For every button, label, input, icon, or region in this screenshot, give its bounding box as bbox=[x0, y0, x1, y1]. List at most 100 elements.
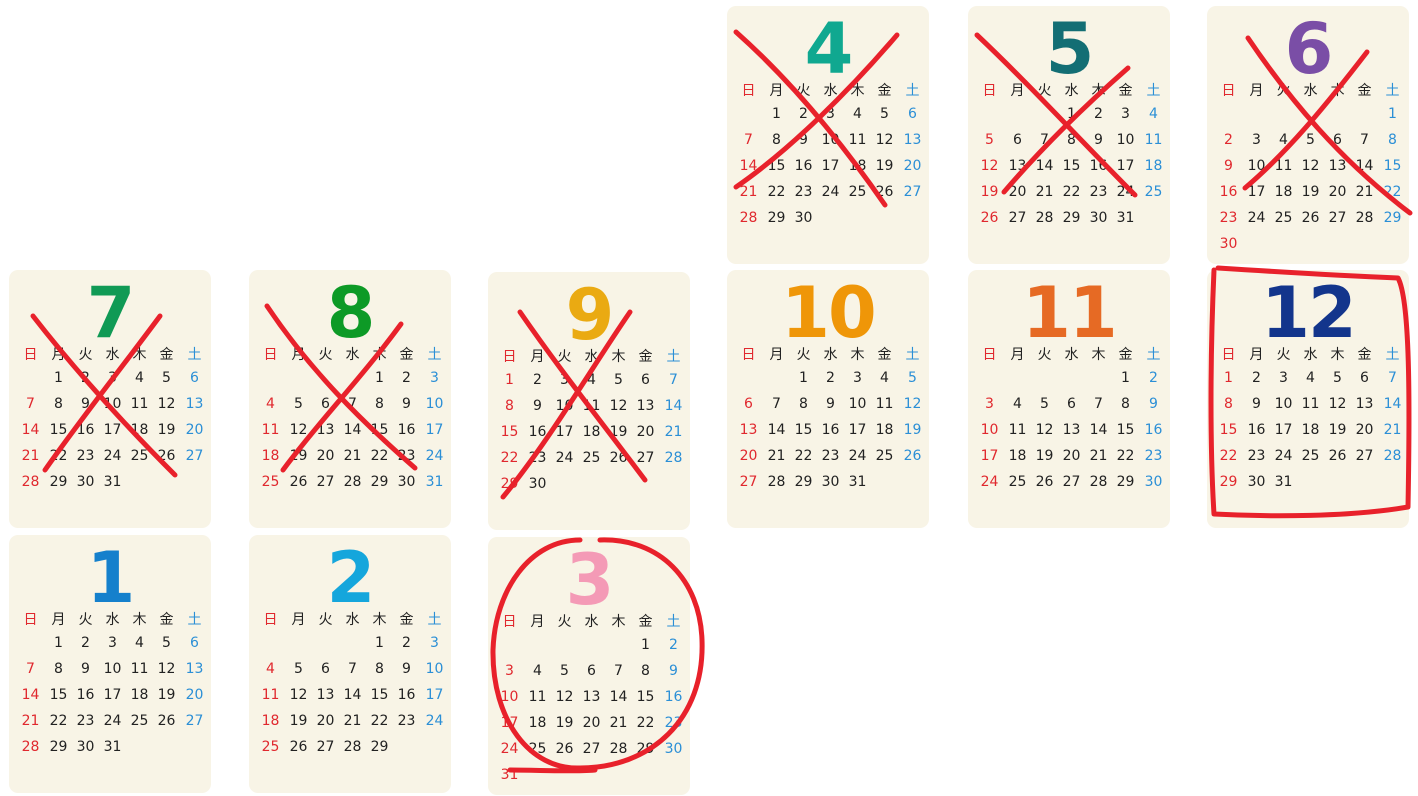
day-cell: 30 bbox=[1144, 474, 1163, 490]
day-cell: 28 bbox=[1355, 210, 1374, 226]
day-cell: 3 bbox=[108, 370, 117, 386]
day-cell: 2 bbox=[81, 370, 90, 386]
day-cell: 11 bbox=[1008, 422, 1027, 438]
weekday-header: 木 bbox=[1091, 347, 1106, 363]
weekday-header: 金 bbox=[159, 347, 174, 363]
day-cell: 1 bbox=[54, 370, 63, 386]
weekday-header: 火 bbox=[796, 83, 811, 99]
day-cell: 5 bbox=[1306, 132, 1315, 148]
weekday-header: 水 bbox=[1064, 83, 1079, 99]
day-cell: 11 bbox=[1301, 396, 1320, 412]
day-cell: 14 bbox=[21, 687, 40, 703]
day-cell: 2 bbox=[799, 106, 808, 122]
day-cell: 11 bbox=[582, 398, 601, 414]
weekday-header: 水 bbox=[823, 347, 838, 363]
weekday-header: 土 bbox=[666, 349, 681, 365]
weekday-header: 火 bbox=[1276, 347, 1291, 363]
day-cell: 29 bbox=[49, 474, 68, 490]
day-cell: 31 bbox=[848, 474, 867, 490]
day-cell: 5 bbox=[294, 661, 303, 677]
day-cell: 10 bbox=[103, 396, 122, 412]
day-cell: 3 bbox=[985, 396, 994, 412]
day-cell: 13 bbox=[1008, 158, 1027, 174]
day-cell: 20 bbox=[185, 422, 204, 438]
day-cell: 17 bbox=[103, 687, 122, 703]
day-cell: 21 bbox=[21, 448, 40, 464]
weekday-header: 水 bbox=[1064, 347, 1079, 363]
day-cell: 25 bbox=[528, 741, 547, 757]
day-cell: 6 bbox=[744, 396, 753, 412]
day-cell: 8 bbox=[1224, 396, 1233, 412]
day-cell: 6 bbox=[1013, 132, 1022, 148]
day-cell: 24 bbox=[555, 450, 574, 466]
day-cell: 10 bbox=[1274, 396, 1293, 412]
day-cell: 14 bbox=[664, 398, 683, 414]
day-cell: 15 bbox=[1219, 422, 1238, 438]
day-cell: 29 bbox=[49, 739, 68, 755]
weekday-header: 月 bbox=[1010, 347, 1025, 363]
day-cell: 15 bbox=[794, 422, 813, 438]
day-cell: 14 bbox=[1089, 422, 1108, 438]
day-cell: 4 bbox=[880, 370, 889, 386]
day-cell: 2 bbox=[402, 370, 411, 386]
day-cell: 21 bbox=[739, 184, 758, 200]
weekday-header: 日 bbox=[741, 347, 756, 363]
weekday-header: 火 bbox=[1276, 83, 1291, 99]
day-cell: 10 bbox=[500, 689, 519, 705]
day-cell: 1 bbox=[505, 372, 514, 388]
day-cell: 15 bbox=[1383, 158, 1402, 174]
day-cell: 18 bbox=[528, 715, 547, 731]
day-cell: 26 bbox=[609, 450, 628, 466]
weekday-header: 月 bbox=[769, 83, 784, 99]
day-cell: 22 bbox=[370, 713, 389, 729]
month-card-10: 10 日月火水木金土 1 2 3 4 5 6 7 8 9 10 11 12 13 14 15 16 17 18 19 20… bbox=[727, 270, 929, 528]
day-cell: 1 bbox=[772, 106, 781, 122]
day-cell: 15 bbox=[1116, 422, 1135, 438]
weekday-header: 土 bbox=[905, 83, 920, 99]
day-cell: 5 bbox=[1333, 370, 1342, 386]
weekday-header: 金 bbox=[1357, 83, 1372, 99]
weekday-header: 木 bbox=[1330, 347, 1345, 363]
weekday-header: 日 bbox=[23, 347, 38, 363]
weekday-header: 火 bbox=[1037, 347, 1052, 363]
day-cell: 3 bbox=[1252, 132, 1261, 148]
day-cell: 20 bbox=[582, 715, 601, 731]
weekday-header: 木 bbox=[1330, 83, 1345, 99]
weekday-header: 水 bbox=[105, 612, 120, 628]
day-cell: 22 bbox=[370, 448, 389, 464]
day-cell: 7 bbox=[1360, 132, 1369, 148]
day-cell: 10 bbox=[821, 132, 840, 148]
weekday-header: 日 bbox=[1221, 83, 1236, 99]
day-cell: 1 bbox=[1067, 106, 1076, 122]
day-cell: 18 bbox=[130, 422, 149, 438]
day-cell: 13 bbox=[185, 661, 204, 677]
day-cell: 23 bbox=[821, 448, 840, 464]
day-cell: 30 bbox=[664, 741, 683, 757]
day-cell: 26 bbox=[555, 741, 574, 757]
weekday-header: 木 bbox=[132, 612, 147, 628]
day-cell: 11 bbox=[875, 396, 894, 412]
day-cell: 19 bbox=[555, 715, 574, 731]
day-cell: 5 bbox=[985, 132, 994, 148]
weekday-header: 水 bbox=[1303, 83, 1318, 99]
day-cell: 30 bbox=[528, 476, 547, 492]
day-cell: 16 bbox=[397, 422, 416, 438]
day-cell: 17 bbox=[555, 424, 574, 440]
day-cell: 15 bbox=[370, 687, 389, 703]
day-cell: 2 bbox=[1094, 106, 1103, 122]
day-cell: 11 bbox=[1274, 158, 1293, 174]
day-cell: 5 bbox=[162, 635, 171, 651]
day-cell: 28 bbox=[343, 739, 362, 755]
day-cell: 7 bbox=[772, 396, 781, 412]
day-cell: 9 bbox=[402, 396, 411, 412]
weekday-header: 日 bbox=[263, 347, 278, 363]
day-cell: 19 bbox=[1328, 422, 1347, 438]
day-cell: 31 bbox=[425, 474, 444, 490]
day-cell: 12 bbox=[555, 689, 574, 705]
day-cell: 27 bbox=[636, 450, 655, 466]
day-cell: 23 bbox=[397, 448, 416, 464]
day-cell: 14 bbox=[1355, 158, 1374, 174]
day-cell: 24 bbox=[821, 184, 840, 200]
day-cell: 20 bbox=[903, 158, 922, 174]
weekday-header: 金 bbox=[1357, 347, 1372, 363]
